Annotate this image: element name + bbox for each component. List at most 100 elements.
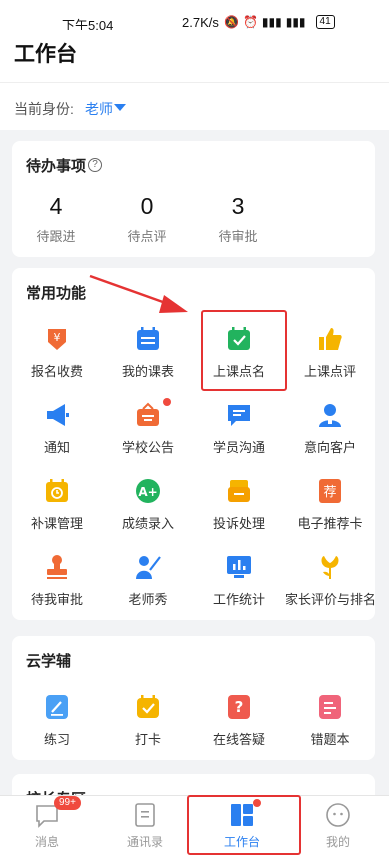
checkin-icon xyxy=(135,694,161,720)
cloud-title: 云学辅 xyxy=(26,653,72,670)
announcement-icon xyxy=(135,402,161,428)
func-school-announcement[interactable]: 学校公告 xyxy=(103,398,193,456)
func-student-communication[interactable]: 学员沟通 xyxy=(194,402,284,456)
svg-text:¥: ¥ xyxy=(54,331,61,344)
identity-select[interactable]: 老师 xyxy=(85,99,113,119)
signal-icon-2: ▮▮▮ xyxy=(285,15,306,29)
stat-follow-up[interactable]: 4 待跟进 xyxy=(16,193,96,245)
func-makeup-class[interactable]: 补课管理 xyxy=(12,478,102,532)
todo-card: 待办事项 ? 4 待跟进 0 待点评 3 待审批 xyxy=(12,141,375,257)
func-label: 学员沟通 xyxy=(212,440,265,455)
stat-value: 3 xyxy=(231,193,245,219)
stat-approval[interactable]: 3 待审批 xyxy=(198,193,278,245)
func-registration-fee[interactable]: ¥ 报名收费 xyxy=(12,326,102,380)
yuan-flag-icon: ¥ xyxy=(44,326,70,352)
functions-title: 常用功能 xyxy=(26,285,87,302)
tab-label: 我的 xyxy=(325,835,350,849)
stat-label: 待跟进 xyxy=(36,229,76,244)
stat-review[interactable]: 0 待点评 xyxy=(107,193,187,245)
func-label: 报名收费 xyxy=(30,364,83,379)
stat-value: 0 xyxy=(140,193,154,219)
cloud-label: 打卡 xyxy=(134,732,161,747)
stat-value: 4 xyxy=(49,193,63,219)
page-title: 工作台 xyxy=(14,43,77,66)
help-icon[interactable]: ? xyxy=(88,158,102,172)
func-label: 意向客户 xyxy=(303,440,356,455)
status-icons: 🔕 ⏰ ▮▮▮ ▮▮▮ 41 xyxy=(224,15,335,29)
makeup-calendar-icon xyxy=(44,478,70,504)
stat-label: 待审批 xyxy=(218,229,258,244)
func-label: 补课管理 xyxy=(30,516,83,531)
func-notice[interactable]: 通知 xyxy=(12,402,102,456)
func-parent-rating[interactable]: 家长评价与排名 xyxy=(285,554,377,608)
notification-dot xyxy=(163,398,171,406)
svg-text:荐: 荐 xyxy=(323,485,336,500)
func-label: 投诉处理 xyxy=(212,516,265,531)
func-label: 上课点评 xyxy=(303,364,356,379)
highlight-roll-call xyxy=(201,310,287,391)
megaphone-icon xyxy=(44,402,70,428)
stat-label: 待点评 xyxy=(127,229,167,244)
complaint-folder-icon xyxy=(226,478,252,504)
flower-icon xyxy=(317,554,343,580)
func-class-review[interactable]: 上课点评 xyxy=(285,326,375,380)
func-label: 通知 xyxy=(43,440,70,455)
tab-label: 通讯录 xyxy=(126,835,163,849)
page-header: 工作台 xyxy=(0,30,389,82)
cloud-online-qa[interactable]: ? 在线答疑 xyxy=(194,694,284,748)
func-label: 工作统计 xyxy=(212,592,265,607)
annotation-arrow xyxy=(89,274,188,313)
status-bar: 下午5:04 2.7K/s 🔕 ⏰ ▮▮▮ ▮▮▮ 41 xyxy=(0,0,389,33)
message-icon: 99+ xyxy=(34,796,81,828)
recommend-card-icon: 荐 xyxy=(317,478,343,504)
func-label: 老师秀 xyxy=(128,592,168,607)
stamp-icon xyxy=(44,554,70,580)
alarm-icon: ⏰ xyxy=(242,15,258,29)
cloud-label: 练习 xyxy=(43,732,70,747)
func-prospect-customer[interactable]: 意向客户 xyxy=(285,402,375,456)
func-label: 家长评价与排名 xyxy=(285,592,377,607)
cloud-card: 云学辅 练习 打卡 ? 在线答疑 错题本 xyxy=(12,636,375,760)
teacher-icon xyxy=(135,554,161,580)
tab-contacts[interactable]: 通讯录 xyxy=(110,802,180,850)
signal-icon: ▮▮▮ xyxy=(261,15,282,29)
func-my-approval[interactable]: 待我审批 xyxy=(12,554,102,608)
highlight-workbench-tab xyxy=(187,795,301,855)
func-label: 学校公告 xyxy=(121,440,174,455)
tab-label: 消息 xyxy=(34,835,59,849)
cloud-checkin[interactable]: 打卡 xyxy=(103,694,193,748)
grade-icon: A+ xyxy=(135,478,161,504)
tab-me[interactable]: 我的 xyxy=(303,802,373,850)
func-complaint-handling[interactable]: 投诉处理 xyxy=(194,478,284,532)
cloud-practice[interactable]: 练习 xyxy=(12,694,102,748)
svg-text:?: ? xyxy=(235,698,244,716)
chat-icon xyxy=(226,402,252,428)
stats-icon xyxy=(226,554,252,580)
mute-icon: 🔕 xyxy=(224,15,239,29)
contacts-icon xyxy=(132,802,158,828)
func-work-stats[interactable]: 工作统计 xyxy=(194,554,284,608)
func-label: 我的课表 xyxy=(121,364,174,379)
thumbs-up-icon xyxy=(317,326,343,352)
func-e-recommend-card[interactable]: 荐 电子推荐卡 xyxy=(285,478,375,532)
battery-icon: 41 xyxy=(315,15,335,29)
tab-messages[interactable]: 99+ 消息 xyxy=(12,796,82,850)
func-teacher-show[interactable]: 老师秀 xyxy=(103,554,193,608)
unread-badge: 99+ xyxy=(54,796,81,810)
customer-icon xyxy=(317,402,343,428)
mistake-book-icon xyxy=(317,694,343,720)
func-grade-entry[interactable]: A+ 成绩录入 xyxy=(103,478,193,532)
profile-icon xyxy=(325,802,351,828)
identity-row: 当前身份: 老师 xyxy=(0,82,389,130)
question-icon: ? xyxy=(226,694,252,720)
svg-text:A+: A+ xyxy=(138,485,157,499)
status-network-speed: 2.7K/s xyxy=(182,15,219,30)
chevron-down-icon[interactable] xyxy=(114,104,126,111)
identity-label: 当前身份: xyxy=(14,101,74,117)
func-my-schedule[interactable]: 我的课表 xyxy=(103,326,193,380)
todo-title: 待办事项 xyxy=(26,158,87,175)
func-label: 待我审批 xyxy=(30,592,83,607)
cloud-mistake-book[interactable]: 错题本 xyxy=(285,694,375,748)
cloud-label: 在线答疑 xyxy=(212,732,265,747)
func-label: 电子推荐卡 xyxy=(297,516,363,531)
